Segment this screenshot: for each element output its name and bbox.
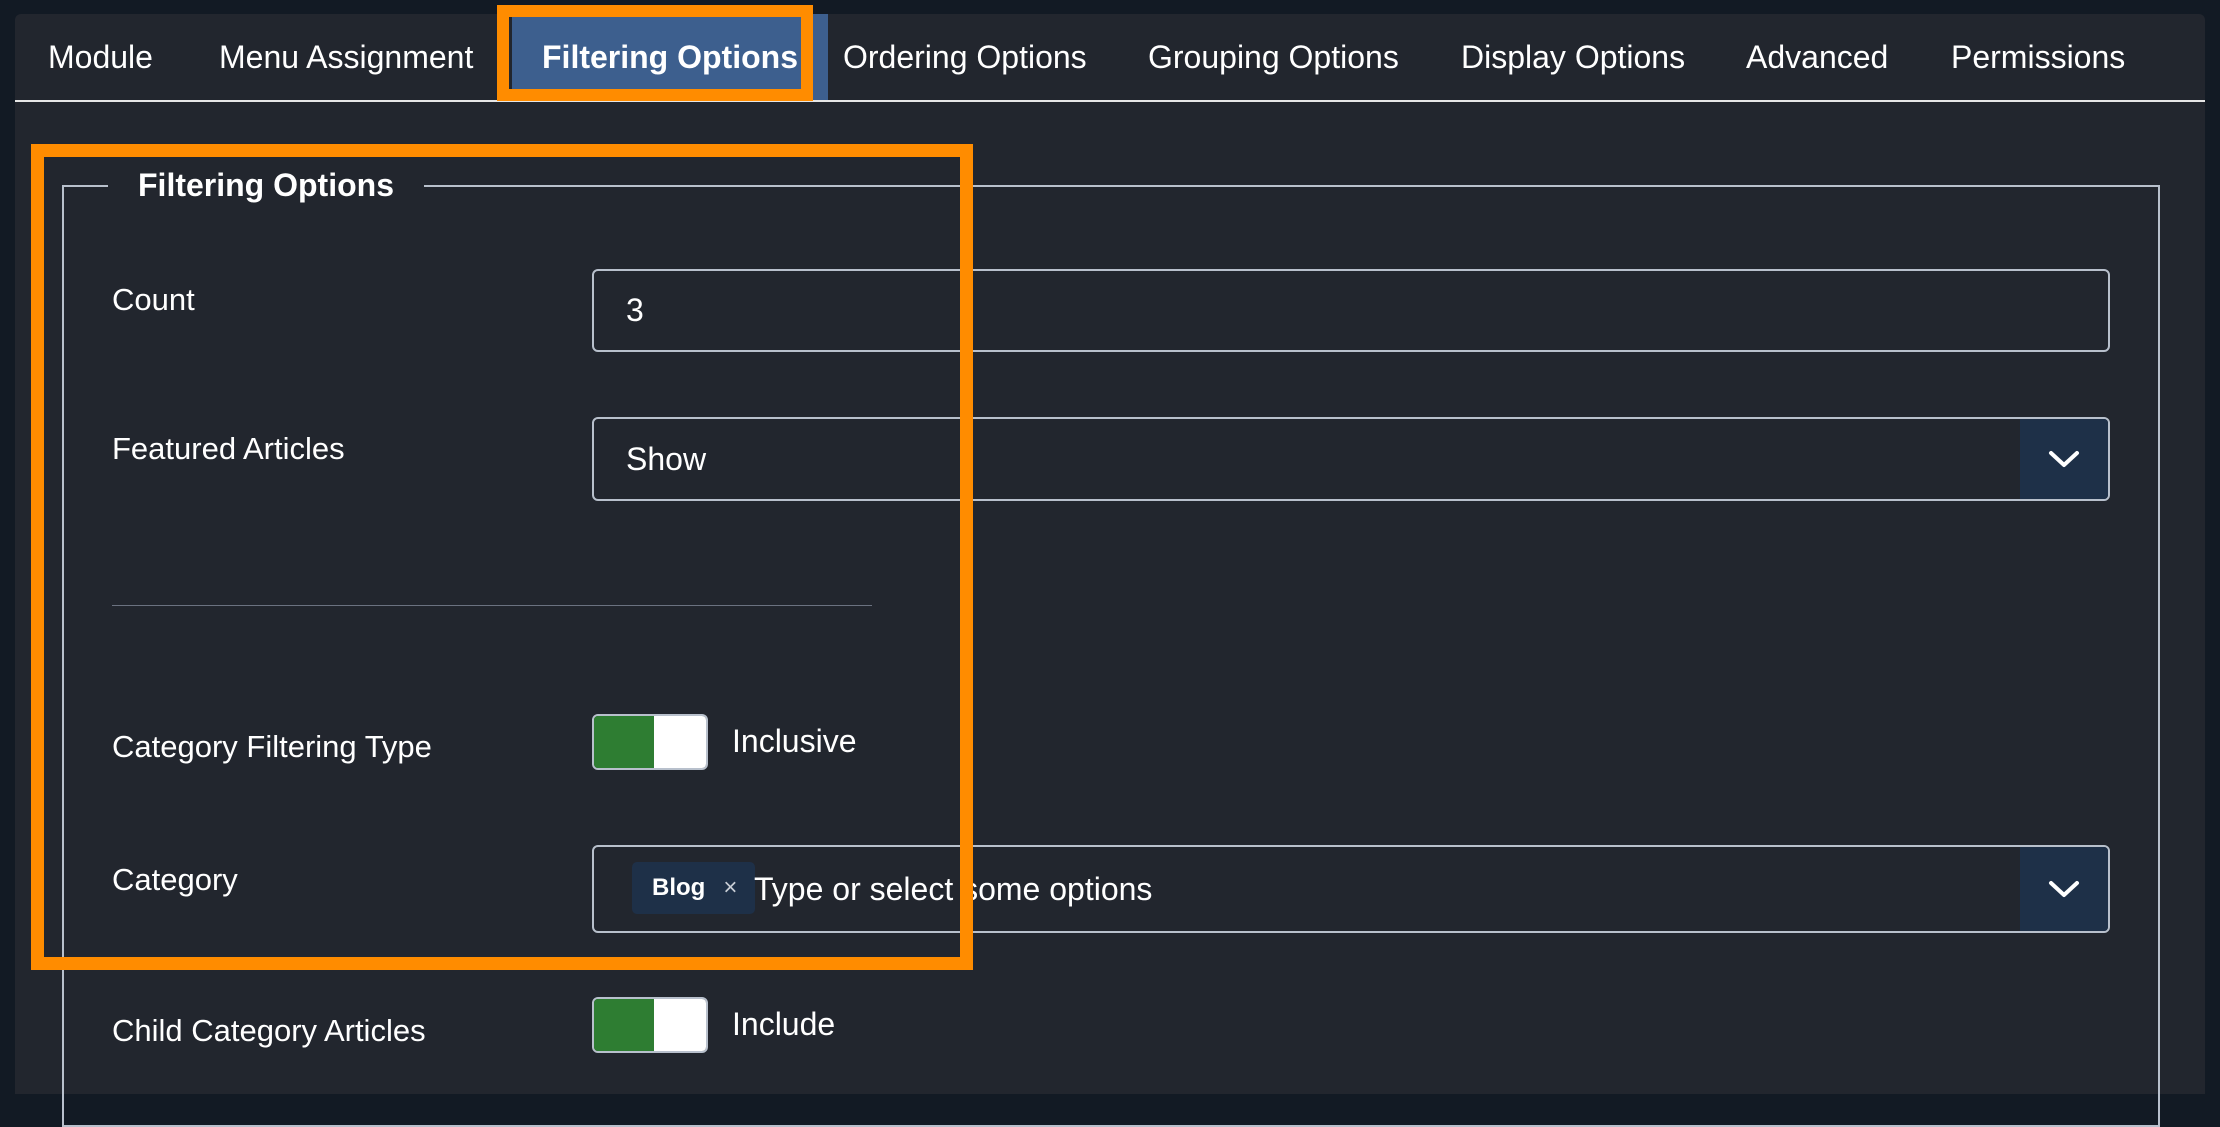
featured-articles-select[interactable]: Show	[592, 417, 2110, 501]
category-filtering-type-state: Inclusive	[732, 723, 857, 759]
category-chip-blog: Blog ×	[632, 862, 756, 914]
count-input[interactable]	[592, 269, 2110, 352]
child-category-articles-toggle[interactable]	[592, 997, 708, 1053]
child-category-articles-label: Child Category Articles	[112, 1013, 426, 1048]
tab-filtering-options[interactable]: Filtering Options	[512, 14, 828, 100]
section-divider	[112, 605, 872, 606]
category-filtering-type-toggle[interactable]	[592, 714, 708, 770]
tab-grouping-options[interactable]: Grouping Options	[1148, 14, 1399, 100]
chip-label: Blog	[652, 874, 706, 901]
tab-display-options[interactable]: Display Options	[1461, 14, 1685, 100]
featured-articles-label: Featured Articles	[112, 431, 345, 466]
featured-articles-value: Show	[626, 440, 707, 477]
tab-advanced[interactable]: Advanced	[1746, 14, 1888, 100]
category-search-placeholder[interactable]: Type or select some options	[754, 847, 1152, 931]
toggle-knob	[654, 999, 706, 1051]
toggle-on-segment	[594, 999, 654, 1051]
category-filtering-type-label: Category Filtering Type	[112, 729, 432, 764]
fieldset-legend: Filtering Options	[138, 167, 394, 203]
tab-menu-assignment[interactable]: Menu Assignment	[219, 14, 473, 100]
tab-module[interactable]: Module	[48, 14, 153, 100]
toggle-knob	[654, 716, 706, 768]
category-multiselect[interactable]: Blog × Type or select some options	[592, 845, 2110, 933]
chevron-down-icon[interactable]	[2020, 419, 2108, 499]
count-label: Count	[112, 282, 195, 317]
tab-permissions[interactable]: Permissions	[1951, 14, 2125, 100]
child-category-articles-state: Include	[732, 1006, 836, 1042]
tab-ordering-options[interactable]: Ordering Options	[843, 14, 1087, 100]
tab-bar: Module Menu Assignment Filtering Options…	[15, 14, 2205, 102]
chip-remove-icon[interactable]: ×	[723, 874, 737, 902]
category-label: Category	[112, 862, 238, 897]
toggle-on-segment	[594, 716, 654, 768]
chevron-down-icon[interactable]	[2020, 847, 2108, 931]
